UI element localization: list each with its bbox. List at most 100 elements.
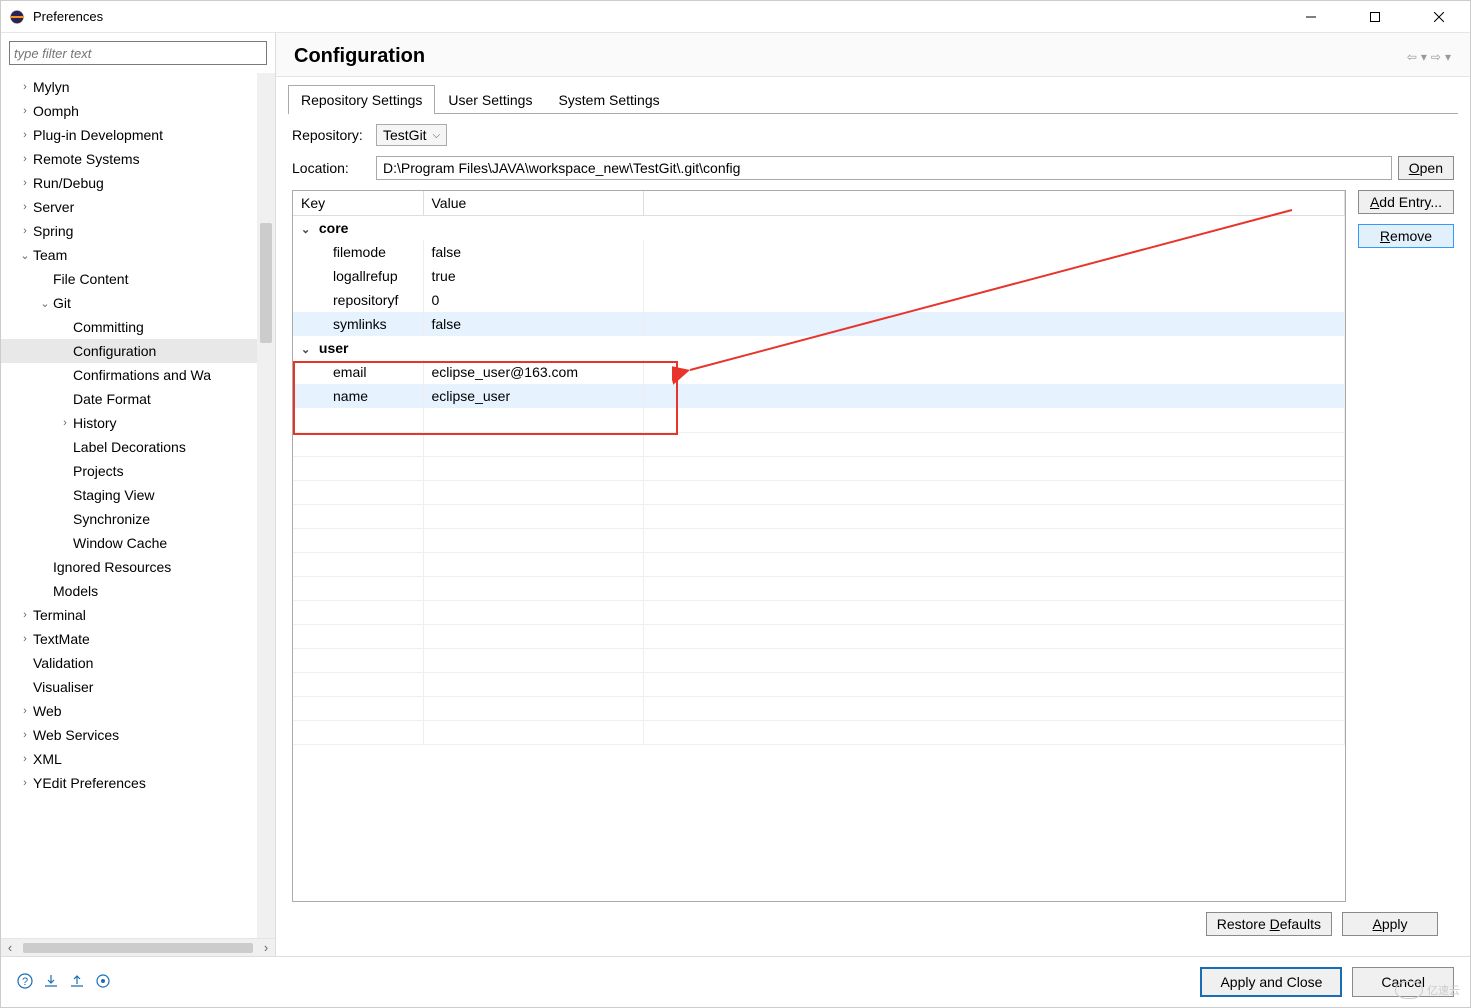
apply-button[interactable]: Apply [1342, 912, 1438, 936]
tree-item-label: TextMate [33, 631, 90, 647]
titlebar: Preferences [1, 1, 1470, 33]
repository-select[interactable]: TestGit ⌵ [376, 124, 447, 146]
tab-system-settings[interactable]: System Settings [545, 85, 672, 114]
tree-item-label: Label Decorations [73, 439, 186, 455]
minimize-button[interactable] [1288, 1, 1334, 33]
chevron-right-icon: › [17, 105, 33, 117]
tree-item-xml[interactable]: ›XML [1, 747, 275, 771]
forward-icon[interactable]: ⇨ [1430, 50, 1442, 64]
scroll-right-icon[interactable]: › [257, 940, 275, 955]
chevron-right-icon: › [17, 153, 33, 165]
table-row[interactable]: nameeclipse_user [293, 384, 1345, 408]
tree-item-label: Plug-in Development [33, 127, 163, 143]
nav-arrows: ⇦ ▾ ⇨ ▾ [1406, 50, 1452, 64]
table-group-core[interactable]: ⌄ core [293, 216, 1345, 241]
tree-item-web[interactable]: ›Web [1, 699, 275, 723]
chevron-right-icon: › [17, 753, 33, 765]
tree-item-file-content[interactable]: ›File Content [1, 267, 275, 291]
close-button[interactable] [1416, 1, 1462, 33]
tree-scrollbar-horizontal[interactable]: ‹ › [1, 938, 275, 956]
tree-item-terminal[interactable]: ›Terminal [1, 603, 275, 627]
tab-user-settings[interactable]: User Settings [435, 85, 545, 114]
repository-label: Repository: [292, 127, 370, 143]
table-header-spacer [643, 191, 1345, 216]
tree-item-remote-systems[interactable]: ›Remote Systems [1, 147, 275, 171]
chevron-right-icon: › [17, 201, 33, 213]
restore-defaults-button[interactable]: Restore Defaults [1206, 912, 1332, 936]
export-icon[interactable] [69, 973, 85, 992]
forward-menu-icon[interactable]: ▾ [1444, 50, 1452, 64]
tree-item-configuration[interactable]: ›Configuration [1, 339, 275, 363]
open-button[interactable]: Open [1398, 156, 1454, 180]
tree-scrollbar-vertical[interactable] [257, 73, 275, 938]
apply-close-button[interactable]: Apply and Close [1200, 967, 1342, 997]
import-icon[interactable] [43, 973, 59, 992]
oomph-icon[interactable] [95, 973, 111, 992]
tree-item-textmate[interactable]: ›TextMate [1, 627, 275, 651]
tree-item-yedit-preferences[interactable]: ›YEdit Preferences [1, 771, 275, 795]
help-icon[interactable]: ? [17, 973, 33, 992]
table-row[interactable]: repositoryf0 [293, 288, 1345, 312]
tree-item-spring[interactable]: ›Spring [1, 219, 275, 243]
tree-item-label: Configuration [73, 343, 156, 359]
table-group-user[interactable]: ⌄ user [293, 336, 1345, 360]
tree-item-date-format[interactable]: ›Date Format [1, 387, 275, 411]
tree-item-oomph[interactable]: ›Oomph [1, 99, 275, 123]
tree-item-label: Date Format [73, 391, 151, 407]
table-row[interactable]: filemodefalse [293, 240, 1345, 264]
back-menu-icon[interactable]: ▾ [1420, 50, 1428, 64]
cell-spacer [643, 264, 1345, 288]
tree-item-git[interactable]: ⌄Git [1, 291, 275, 315]
preferences-tree[interactable]: ›Mylyn›Oomph›Plug-in Development›Remote … [1, 73, 275, 938]
table-header-value[interactable]: Value [423, 191, 643, 216]
cloud-icon [1395, 981, 1423, 999]
preferences-tree-sidebar: ›Mylyn›Oomph›Plug-in Development›Remote … [1, 33, 276, 956]
tree-item-validation[interactable]: ›Validation [1, 651, 275, 675]
footer-icons: ? [17, 973, 1200, 992]
tree-item-committing[interactable]: ›Committing [1, 315, 275, 339]
location-input[interactable] [376, 156, 1392, 180]
tree-item-projects[interactable]: ›Projects [1, 459, 275, 483]
table-row-empty [293, 624, 1345, 648]
table-row[interactable]: symlinksfalse [293, 312, 1345, 336]
cell-spacer [643, 288, 1345, 312]
table-header-key[interactable]: Key [293, 191, 423, 216]
tree-item-team[interactable]: ⌄Team [1, 243, 275, 267]
tree-item-server[interactable]: ›Server [1, 195, 275, 219]
tree-item-web-services[interactable]: ›Web Services [1, 723, 275, 747]
tree-item-plug-in-development[interactable]: ›Plug-in Development [1, 123, 275, 147]
config-table[interactable]: Key Value ⌄ corefilemodefalselogallrefup… [292, 190, 1346, 902]
location-row: Location: Open [292, 156, 1454, 180]
tree-item-mylyn[interactable]: ›Mylyn [1, 75, 275, 99]
tree-item-confirmations-and-wa[interactable]: ›Confirmations and Wa [1, 363, 275, 387]
chevron-right-icon: › [17, 609, 33, 621]
remove-button[interactable]: Remove [1358, 224, 1454, 248]
tree-item-window-cache[interactable]: ›Window Cache [1, 531, 275, 555]
maximize-button[interactable] [1352, 1, 1398, 33]
table-row-empty [293, 576, 1345, 600]
tree-item-staging-view[interactable]: ›Staging View [1, 483, 275, 507]
add-entry-button[interactable]: Add Entry... [1358, 190, 1454, 214]
table-row-empty [293, 408, 1345, 432]
tree-item-run-debug[interactable]: ›Run/Debug [1, 171, 275, 195]
tree-item-label: Web [33, 703, 62, 719]
back-icon[interactable]: ⇦ [1406, 50, 1418, 64]
tree-item-visualiser[interactable]: ›Visualiser [1, 675, 275, 699]
tree-item-label: History [73, 415, 117, 431]
tree-item-history[interactable]: ›History [1, 411, 275, 435]
table-row[interactable]: logallrefuptrue [293, 264, 1345, 288]
filter-input[interactable] [9, 41, 267, 65]
table-row-empty [293, 504, 1345, 528]
tree-item-synchronize[interactable]: ›Synchronize [1, 507, 275, 531]
chevron-right-icon: › [57, 417, 73, 429]
tree-item-label-decorations[interactable]: ›Label Decorations [1, 435, 275, 459]
scroll-thumb[interactable] [23, 943, 253, 953]
tree-item-models[interactable]: ›Models [1, 579, 275, 603]
scroll-left-icon[interactable]: ‹ [1, 940, 19, 955]
repository-row: Repository: TestGit ⌵ [292, 124, 1454, 146]
tree-item-ignored-resources[interactable]: ›Ignored Resources [1, 555, 275, 579]
tab-repository-settings[interactable]: Repository Settings [288, 85, 435, 114]
table-row[interactable]: emaileclipse_user@163.com [293, 360, 1345, 384]
side-buttons: Add Entry... Remove [1358, 190, 1454, 902]
tree-item-label: Run/Debug [33, 175, 104, 191]
